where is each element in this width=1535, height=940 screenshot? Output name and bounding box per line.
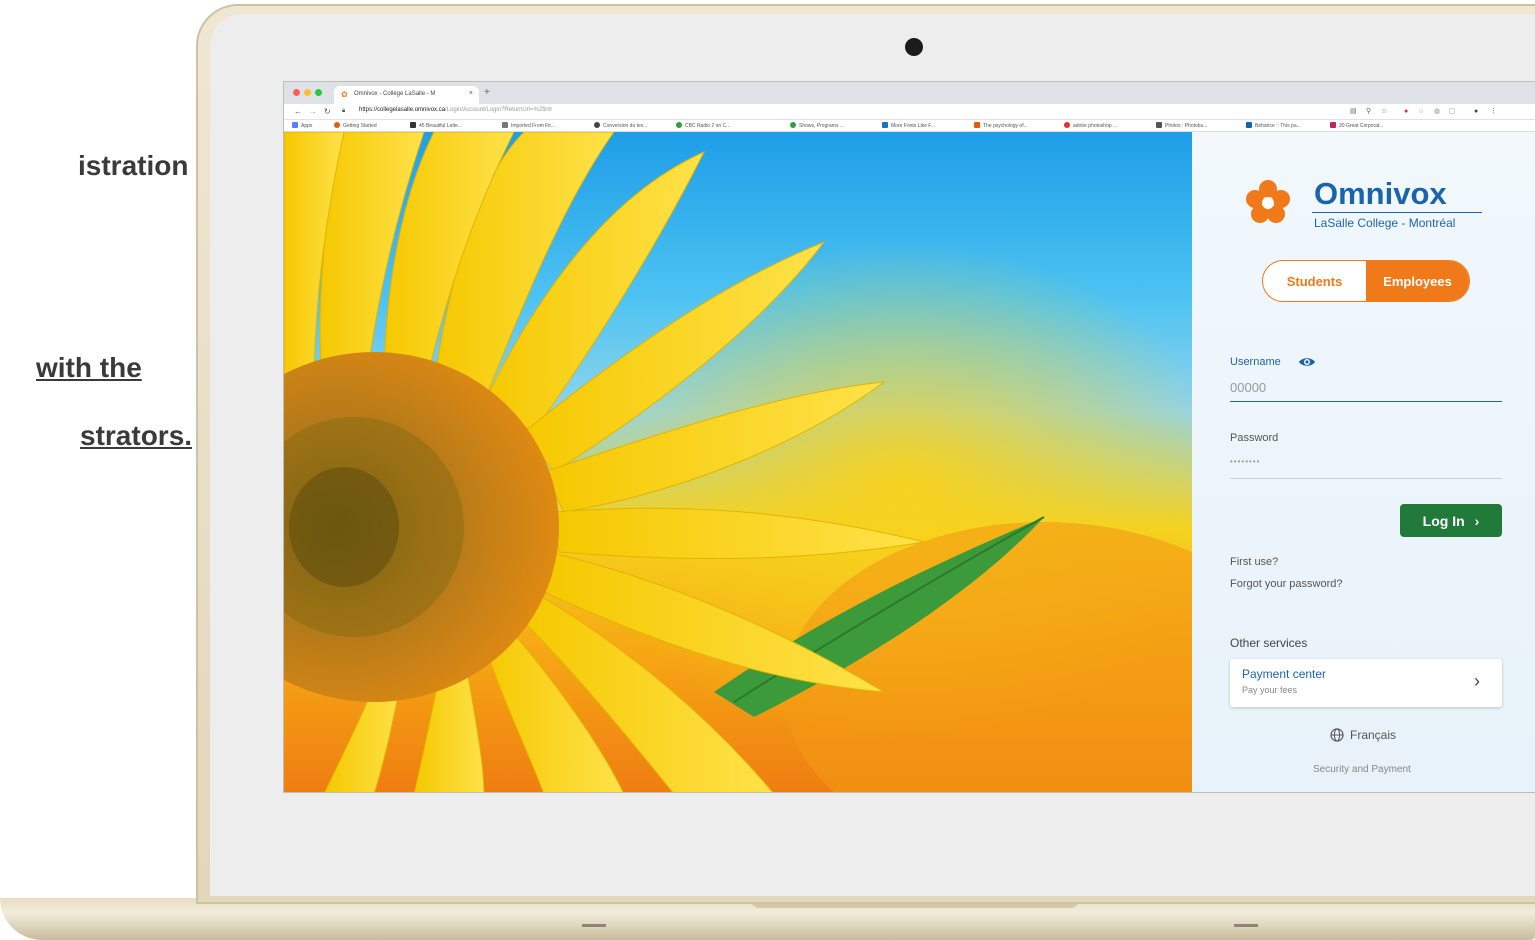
username-field[interactable]: 00000 [1230, 376, 1502, 402]
slide-text-line-2: with the [36, 352, 142, 383]
language-label: Français [1350, 728, 1397, 742]
browser-menu-icon[interactable]: ⋮ [1490, 108, 1497, 115]
tab-favicon-icon: ✿ [341, 90, 348, 99]
tab-title: Omnivox - Collège LaSalle - M [354, 91, 436, 97]
back-arrow-icon[interactable]: ← [294, 107, 302, 116]
bookmark-item[interactable]: Conversion du tex... [594, 122, 647, 129]
brand-divider [1312, 212, 1482, 213]
bookmark-item[interactable]: 45 Beautiful Lette... [410, 122, 462, 129]
other-services-heading: Other services [1230, 636, 1308, 650]
url-path: /Login/Account/Login?ReturnUrl=%2fintr [445, 107, 553, 113]
laptop-foot [582, 924, 606, 927]
brand-subtitle: LaSalle College - Montréal [1314, 216, 1456, 230]
bookmark-item[interactable]: More Fonts Like F... [882, 122, 935, 129]
presentation-slide: istration with the strators. ✿ Omnivox -… [0, 0, 1535, 940]
browser-tab[interactable]: ✿ Omnivox - Collège LaSalle - M × [334, 86, 479, 104]
login-button-label: Log In [1422, 512, 1465, 529]
new-tab-button[interactable]: + [484, 87, 490, 98]
extension-red-icon[interactable]: ● [1404, 108, 1408, 115]
zoom-window-icon[interactable] [315, 89, 322, 96]
forgot-password-link[interactable]: Forgot your password? [1230, 578, 1343, 590]
bookmark-item[interactable]: Imported From Fir... [502, 122, 555, 129]
lock-icon: 🔒︎ [342, 108, 346, 114]
bookmark-item[interactable]: 20 Great Corporat... [1330, 122, 1383, 129]
tab-close-icon[interactable]: × [469, 90, 473, 97]
translate-icon[interactable]: ▤ [1350, 108, 1357, 115]
bookmark-star-icon[interactable]: ☆ [1381, 108, 1387, 115]
profile-avatar-icon[interactable]: ● [1474, 108, 1478, 115]
forward-arrow-icon[interactable]: → [309, 107, 317, 116]
password-label: Password [1230, 432, 1279, 444]
bookmark-item[interactable]: Getting Started [334, 122, 377, 129]
laptop-screen: ✿ Omnivox - Collège LaSalle - M × + ← → … [283, 81, 1535, 793]
language-switch[interactable]: Français [1330, 728, 1396, 742]
brand-name: Omnivox [1314, 176, 1447, 211]
chevron-right-icon: › [1474, 512, 1480, 529]
minimize-window-icon[interactable] [304, 89, 311, 96]
browser-address-bar: ← → ↻ 🔒︎ https://collegelasalle.omnivox.… [284, 104, 1535, 120]
browser-tab-bar: ✿ Omnivox - Collège LaSalle - M × + [284, 82, 1535, 104]
omnivox-flower-logo [1246, 180, 1290, 223]
extension-circle-icon[interactable]: ○ [1419, 108, 1423, 115]
omnivox-login-page: Omnivox LaSalle College - Montréal Stude… [284, 132, 1535, 792]
username-label: Username [1230, 356, 1281, 368]
bookmark-item[interactable]: Photos : Photobu... [1156, 122, 1208, 129]
close-window-icon[interactable] [293, 89, 300, 96]
url-field[interactable]: https://collegelasalle.omnivox.ca/Login/… [359, 107, 552, 113]
url-host: https://collegelasalle.omnivox.ca [359, 107, 446, 113]
chevron-right-icon: › [1474, 671, 1480, 691]
payment-center-title: Payment center [1242, 667, 1327, 681]
bookmark-item[interactable]: CBC Radio 2 on C... [676, 122, 730, 129]
slide-text-line-1: istration [78, 150, 189, 181]
bookmark-item[interactable]: adobe photoshop ... [1064, 122, 1117, 129]
sunflower-photo [284, 132, 1192, 792]
first-use-link[interactable]: First use? [1230, 556, 1278, 568]
bookmark-item[interactable]: Behance :: This pa... [1246, 122, 1301, 129]
bookmark-item[interactable]: Shows, Programs ... [790, 122, 844, 129]
tab-students[interactable]: Students [1263, 261, 1366, 301]
login-button[interactable]: Log In › [1400, 504, 1502, 537]
bookmark-item[interactable]: Apps [292, 122, 312, 129]
payment-center-subtitle: Pay your fees [1242, 685, 1298, 695]
bookmarks-bar: Apps Getting Started 45 Beautiful Lette.… [284, 120, 1535, 132]
eye-icon[interactable] [1298, 356, 1316, 368]
extension-square-icon[interactable]: ▢ [1449, 108, 1456, 115]
laptop-foot [1234, 924, 1258, 927]
laptop-camera [905, 38, 923, 56]
login-panel: Omnivox LaSalle College - Montréal Stude… [1192, 132, 1535, 792]
sunflower-illustration [284, 132, 1192, 792]
payment-center-card[interactable]: Payment center Pay your fees › [1230, 659, 1502, 707]
password-field[interactable]: •••••••• [1230, 453, 1502, 479]
zoom-icon[interactable]: ⚲ [1366, 108, 1371, 115]
slide-text-line-3: strators. [80, 420, 193, 451]
user-type-toggle: Students Employees [1262, 260, 1470, 302]
tab-employees[interactable]: Employees [1366, 261, 1469, 301]
extension-puzzle-icon[interactable]: ◍ [1434, 108, 1440, 115]
reload-icon[interactable]: ↻ [324, 107, 331, 116]
security-payment-link[interactable]: Security and Payment [1313, 764, 1411, 775]
bookmark-item[interactable]: The psychology of... [974, 122, 1028, 129]
globe-icon [1330, 728, 1344, 742]
